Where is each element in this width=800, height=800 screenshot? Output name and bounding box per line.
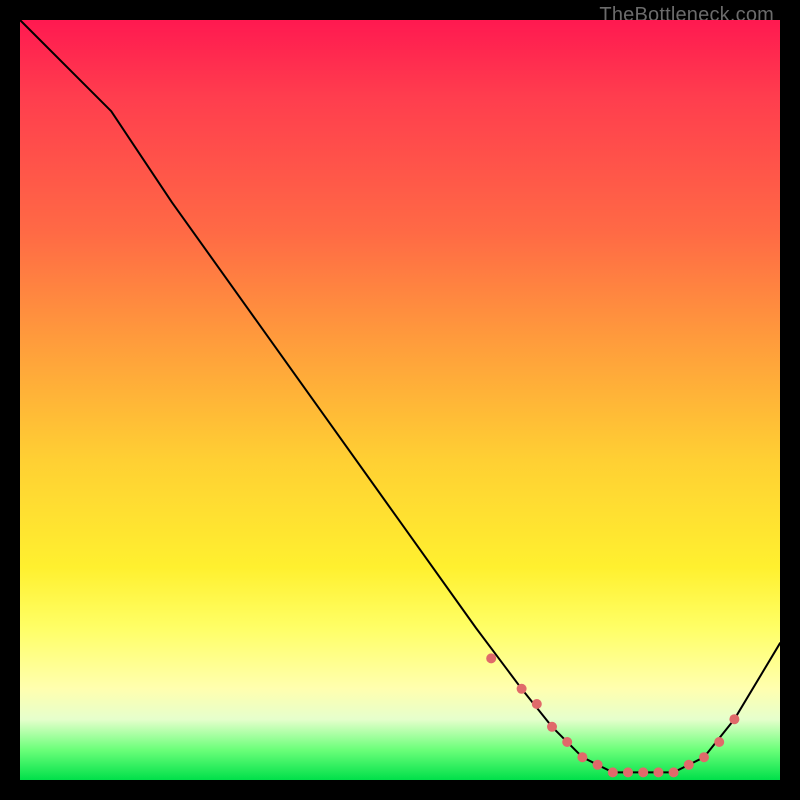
marker-dot (593, 760, 603, 770)
marker-dot (699, 752, 709, 762)
marker-dot (562, 737, 572, 747)
curve-line (20, 20, 780, 772)
marker-dot (684, 760, 694, 770)
marker-dot (653, 767, 663, 777)
marker-dot (669, 767, 679, 777)
marker-dot (623, 767, 633, 777)
marker-dot (638, 767, 648, 777)
chart-frame: TheBottleneck.com (0, 0, 800, 800)
marker-dot (714, 737, 724, 747)
marker-dots (486, 653, 739, 777)
curve-svg (20, 20, 780, 780)
plot-area (20, 20, 780, 780)
marker-dot (608, 767, 618, 777)
marker-dot (577, 752, 587, 762)
marker-dot (547, 722, 557, 732)
marker-dot (517, 684, 527, 694)
marker-dot (486, 653, 496, 663)
marker-dot (729, 714, 739, 724)
marker-dot (532, 699, 542, 709)
